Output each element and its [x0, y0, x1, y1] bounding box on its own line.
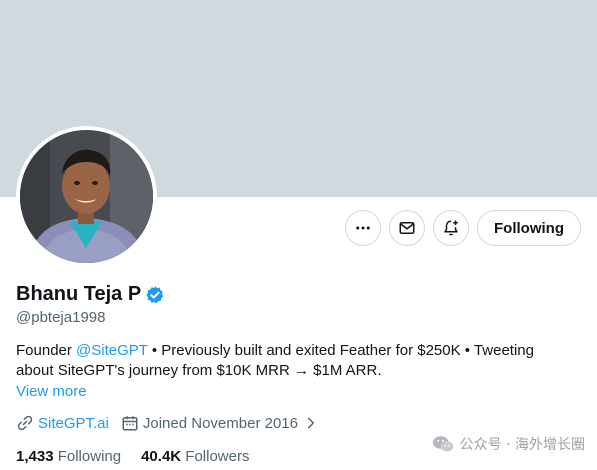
- profile-meta: SiteGPT.ai Joined November 2016: [16, 414, 318, 432]
- followers-label: Followers: [185, 448, 250, 465]
- bio-prefix: Founder: [16, 342, 77, 359]
- following-button[interactable]: Following: [477, 210, 581, 246]
- joined-date: Joined November 2016: [142, 414, 298, 432]
- profile-actions: Following: [345, 210, 581, 246]
- avatar[interactable]: [20, 130, 153, 263]
- wechat-icon: [432, 436, 453, 452]
- following-count: 1,433: [16, 448, 54, 465]
- more-button[interactable]: [345, 210, 382, 246]
- mail-icon: [399, 222, 415, 234]
- profile-handle: @pbteja1998: [16, 309, 106, 326]
- profile-name-row: Bhanu Teja P: [16, 283, 165, 306]
- website-item[interactable]: SiteGPT.ai: [16, 414, 109, 432]
- link-icon: [17, 415, 33, 431]
- watermark: 公众号 · 海外增长圈: [432, 434, 585, 454]
- notify-button[interactable]: [433, 210, 470, 246]
- followers-count: 40.4K: [141, 448, 182, 465]
- profile-name: Bhanu Teja P: [16, 283, 142, 305]
- bell-plus-icon: [444, 220, 458, 236]
- verified-badge-icon[interactable]: [145, 285, 165, 305]
- following-label: Following: [57, 448, 122, 465]
- calendar-icon: [122, 416, 138, 431]
- view-more-link[interactable]: View more: [16, 383, 87, 400]
- watermark-text: 公众号 · 海外增长圈: [459, 437, 585, 453]
- followers-stat-link[interactable]: 40.4K Followers: [141, 448, 249, 465]
- avatar-frame[interactable]: [16, 126, 157, 267]
- bio-line2: about SiteGPT's journey from $10K MRR → …: [16, 362, 382, 379]
- following-stat-link[interactable]: 1,433 Following: [16, 448, 121, 465]
- avatar-photo: [20, 130, 153, 263]
- website-link[interactable]: SiteGPT.ai: [38, 415, 109, 432]
- bio-mention-link[interactable]: @SiteGPT: [76, 342, 148, 359]
- bio-line1-rest: • Previously built and exited Feather fo…: [147, 342, 534, 359]
- chevron-right-icon: [307, 417, 315, 429]
- message-button[interactable]: [389, 210, 426, 246]
- more-horizontal-icon: [356, 226, 370, 230]
- profile-bio: Founder @SiteGPT • Previously built and …: [16, 341, 576, 381]
- profile-stats: 1,433 Following 40.4K Followers: [16, 448, 249, 465]
- joined-item[interactable]: Joined November 2016: [121, 414, 318, 432]
